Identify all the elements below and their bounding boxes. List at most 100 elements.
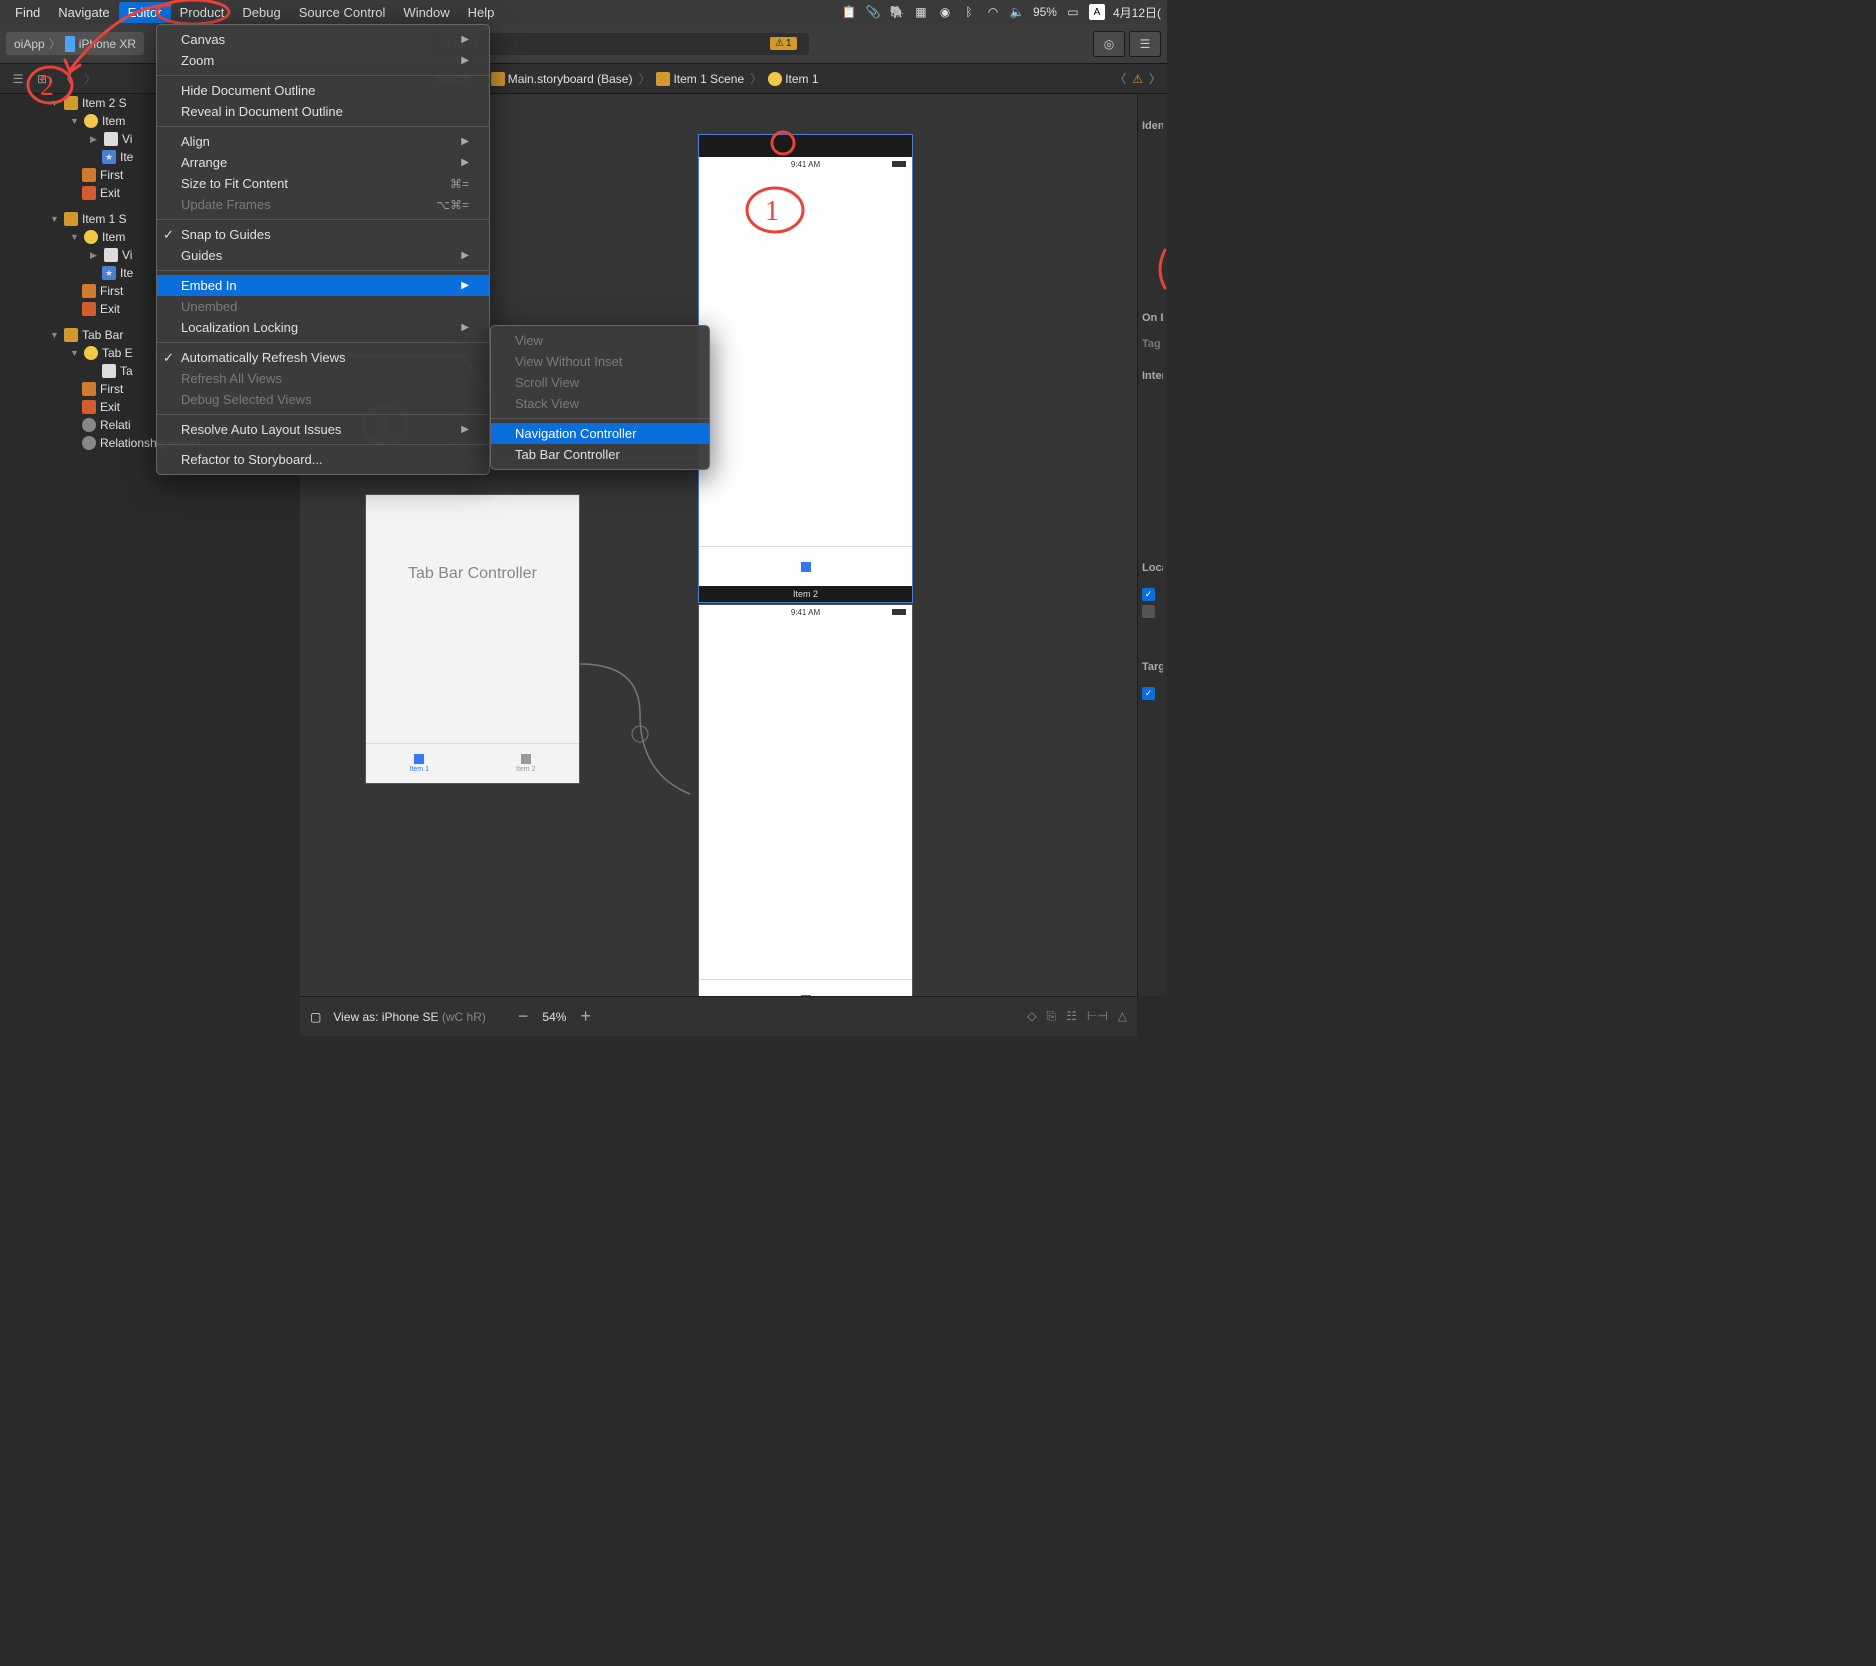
menubar-status-area: 📋 📎 🐘 ▦ ◉ ᛒ ◠ 🔈 95% ▭ A 4月12日( — [841, 4, 1161, 21]
viewcontroller-icon — [84, 230, 98, 244]
related-items-button[interactable]: ☰ — [6, 67, 30, 91]
viewcontroller-icon — [84, 346, 98, 360]
canvas-title-label: Tab Bar Controller — [366, 565, 579, 583]
menu-item-debug-selected-views: Debug Selected Views — [157, 389, 489, 410]
library-button[interactable]: ◎ — [1093, 31, 1125, 57]
menu-find[interactable]: Find — [6, 2, 49, 23]
phone-caption: Item 2 — [699, 586, 912, 602]
menu-source-control[interactable]: Source Control — [290, 2, 395, 23]
volume-icon[interactable]: 🔈 — [1009, 4, 1025, 20]
forward-button[interactable]: 〉 — [78, 67, 102, 91]
viewcontroller-icon — [84, 114, 98, 128]
menu-item-snap-to-guides[interactable]: ✓Snap to Guides — [157, 224, 489, 245]
menubar-date: 4月12日( — [1113, 4, 1161, 21]
issue-indicator[interactable]: ⚠ — [1132, 72, 1143, 86]
breadcrumb-item[interactable]: Item 1 — [764, 70, 822, 88]
system-menubar: Find Navigate Editor Product Debug Sourc… — [0, 0, 1167, 24]
phone-statusbar: 9:41 AM — [699, 605, 912, 619]
zoom-out-button[interactable]: − — [518, 1006, 529, 1027]
submenu-item-navigation-controller[interactable]: Navigation Controller — [491, 423, 709, 444]
menu-editor[interactable]: Editor — [119, 2, 171, 23]
device-config-button[interactable]: ▢ — [310, 1010, 321, 1024]
canvas-tabbar-controller[interactable]: Tab Bar Controller Item 1 Item 2 — [365, 494, 580, 784]
checkbox-off[interactable] — [1142, 605, 1155, 618]
exit-icon — [82, 302, 96, 316]
input-source-icon[interactable]: A — [1089, 4, 1105, 20]
menu-window[interactable]: Window — [394, 2, 458, 23]
menu-item-resolve-auto-layout-issues[interactable]: Resolve Auto Layout Issues▶ — [157, 419, 489, 440]
menu-item-embed-in[interactable]: Embed In▶ — [157, 275, 489, 296]
menu-help[interactable]: Help — [459, 2, 504, 23]
grid-icon[interactable]: ▦ — [913, 4, 929, 20]
accessibility-icon[interactable]: ◉ — [937, 4, 953, 20]
outline-toggle-button[interactable]: ⊞ — [30, 67, 54, 91]
resolve-tool-icon[interactable]: △ — [1118, 1009, 1127, 1024]
view-icon — [104, 248, 118, 262]
exit-icon — [82, 400, 96, 414]
submenu-item-stack-view: Stack View — [491, 393, 709, 414]
inspector-section: Iden — [1142, 120, 1163, 132]
menu-item-size-to-fit-content[interactable]: Size to Fit Content⌘= — [157, 173, 489, 194]
clipboard-icon[interactable]: 📋 — [841, 4, 857, 20]
menu-item-update-frames: Update Frames⌥⌘= — [157, 194, 489, 215]
checkbox-on[interactable]: ✓ — [1142, 687, 1155, 700]
first-responder-icon — [82, 284, 96, 298]
zoom-in-button[interactable]: + — [580, 1006, 591, 1027]
wifi-icon[interactable]: ◠ — [985, 4, 1001, 20]
scheme-selector[interactable]: oiApp 〉 iPhone XR — [6, 32, 144, 55]
submenu-item-tab-bar-controller[interactable]: Tab Bar Controller — [491, 444, 709, 465]
zoom-level[interactable]: 54% — [542, 1010, 566, 1024]
menu-item-reveal-in-document-outline[interactable]: Reveal in Document Outline — [157, 101, 489, 122]
view-as-label[interactable]: View as: iPhone SE (wC hR) — [333, 1010, 486, 1024]
embed-in-submenu: ViewView Without InsetScroll ViewStack V… — [490, 325, 710, 470]
relationship-icon — [82, 436, 96, 450]
exit-icon — [82, 186, 96, 200]
editor-menu-dropdown: Canvas▶Zoom▶ Hide Document OutlineReveal … — [156, 24, 490, 475]
menu-item-refactor-to-storyboard-[interactable]: Refactor to Storyboard... — [157, 449, 489, 470]
next-issue-button[interactable]: 〉 — [1149, 70, 1161, 87]
menu-item-align[interactable]: Align▶ — [157, 131, 489, 152]
inspector-section: Inter — [1142, 370, 1163, 382]
pin-tool-icon[interactable]: ⊢⊣ — [1087, 1009, 1108, 1024]
tabitem-icon: ★ — [102, 266, 116, 280]
warnings-badge[interactable]: ⚠ 1 — [770, 37, 797, 50]
canvas-item2-scene[interactable]: 9:41 AM — [698, 604, 913, 1020]
prev-issue-button[interactable]: 〈 — [1114, 70, 1126, 87]
checkbox-on[interactable]: ✓ — [1142, 588, 1155, 601]
menu-item-arrange[interactable]: Arrange▶ — [157, 152, 489, 173]
menu-debug[interactable]: Debug — [233, 2, 289, 23]
evernote-icon[interactable]: 🐘 — [889, 4, 905, 20]
first-responder-icon — [82, 168, 96, 182]
breadcrumb-item[interactable]: Item 1 Scene — [652, 70, 748, 88]
back-button[interactable]: 〈 — [54, 67, 78, 91]
battery-icon[interactable]: ▭ — [1065, 4, 1081, 20]
breadcrumb: board 〉 Main.storyboard (Base) 〉 Item 1 … — [432, 70, 823, 88]
bluetooth-icon[interactable]: ᛒ — [961, 4, 977, 20]
canvas-bottom-bar: ▢ View as: iPhone SE (wC hR) − 54% + ◇ ⎘… — [300, 996, 1137, 1036]
align-tool-icon[interactable]: ☷ — [1066, 1009, 1077, 1024]
embed-tool-icon[interactable]: ⎘ — [1046, 1009, 1056, 1024]
menu-navigate[interactable]: Navigate — [49, 2, 118, 23]
tabitem-icon: ★ — [102, 150, 116, 164]
phone-statusbar: 9:41 AM — [699, 157, 912, 171]
menu-item-hide-document-outline[interactable]: Hide Document Outline — [157, 80, 489, 101]
scene-icon — [64, 96, 78, 110]
menu-item-localization-locking[interactable]: Localization Locking▶ — [157, 317, 489, 338]
paperclip-icon[interactable]: 📎 — [865, 4, 881, 20]
menu-item-canvas[interactable]: Canvas▶ — [157, 29, 489, 50]
menu-item-automatically-refresh-views[interactable]: ✓Automatically Refresh Views — [157, 347, 489, 368]
inspector-section: Tag — [1142, 338, 1163, 350]
submenu-item-view: View — [491, 330, 709, 351]
panel-toggle-button[interactable]: ☰ — [1129, 31, 1161, 57]
menu-product[interactable]: Product — [171, 2, 234, 23]
inspector-section: Loca — [1142, 562, 1163, 574]
constraints-tool-icon[interactable]: ◇ — [1027, 1009, 1036, 1024]
menu-item-unembed: Unembed — [157, 296, 489, 317]
device-icon — [65, 36, 75, 52]
breadcrumb-item[interactable]: Main.storyboard (Base) — [487, 70, 637, 88]
menu-item-guides[interactable]: Guides▶ — [157, 245, 489, 266]
relationship-icon — [82, 418, 96, 432]
canvas-item1-scene[interactable]: 9:41 AM Item 2 — [698, 134, 913, 603]
menu-item-zoom[interactable]: Zoom▶ — [157, 50, 489, 71]
segue-line — [580, 634, 700, 814]
